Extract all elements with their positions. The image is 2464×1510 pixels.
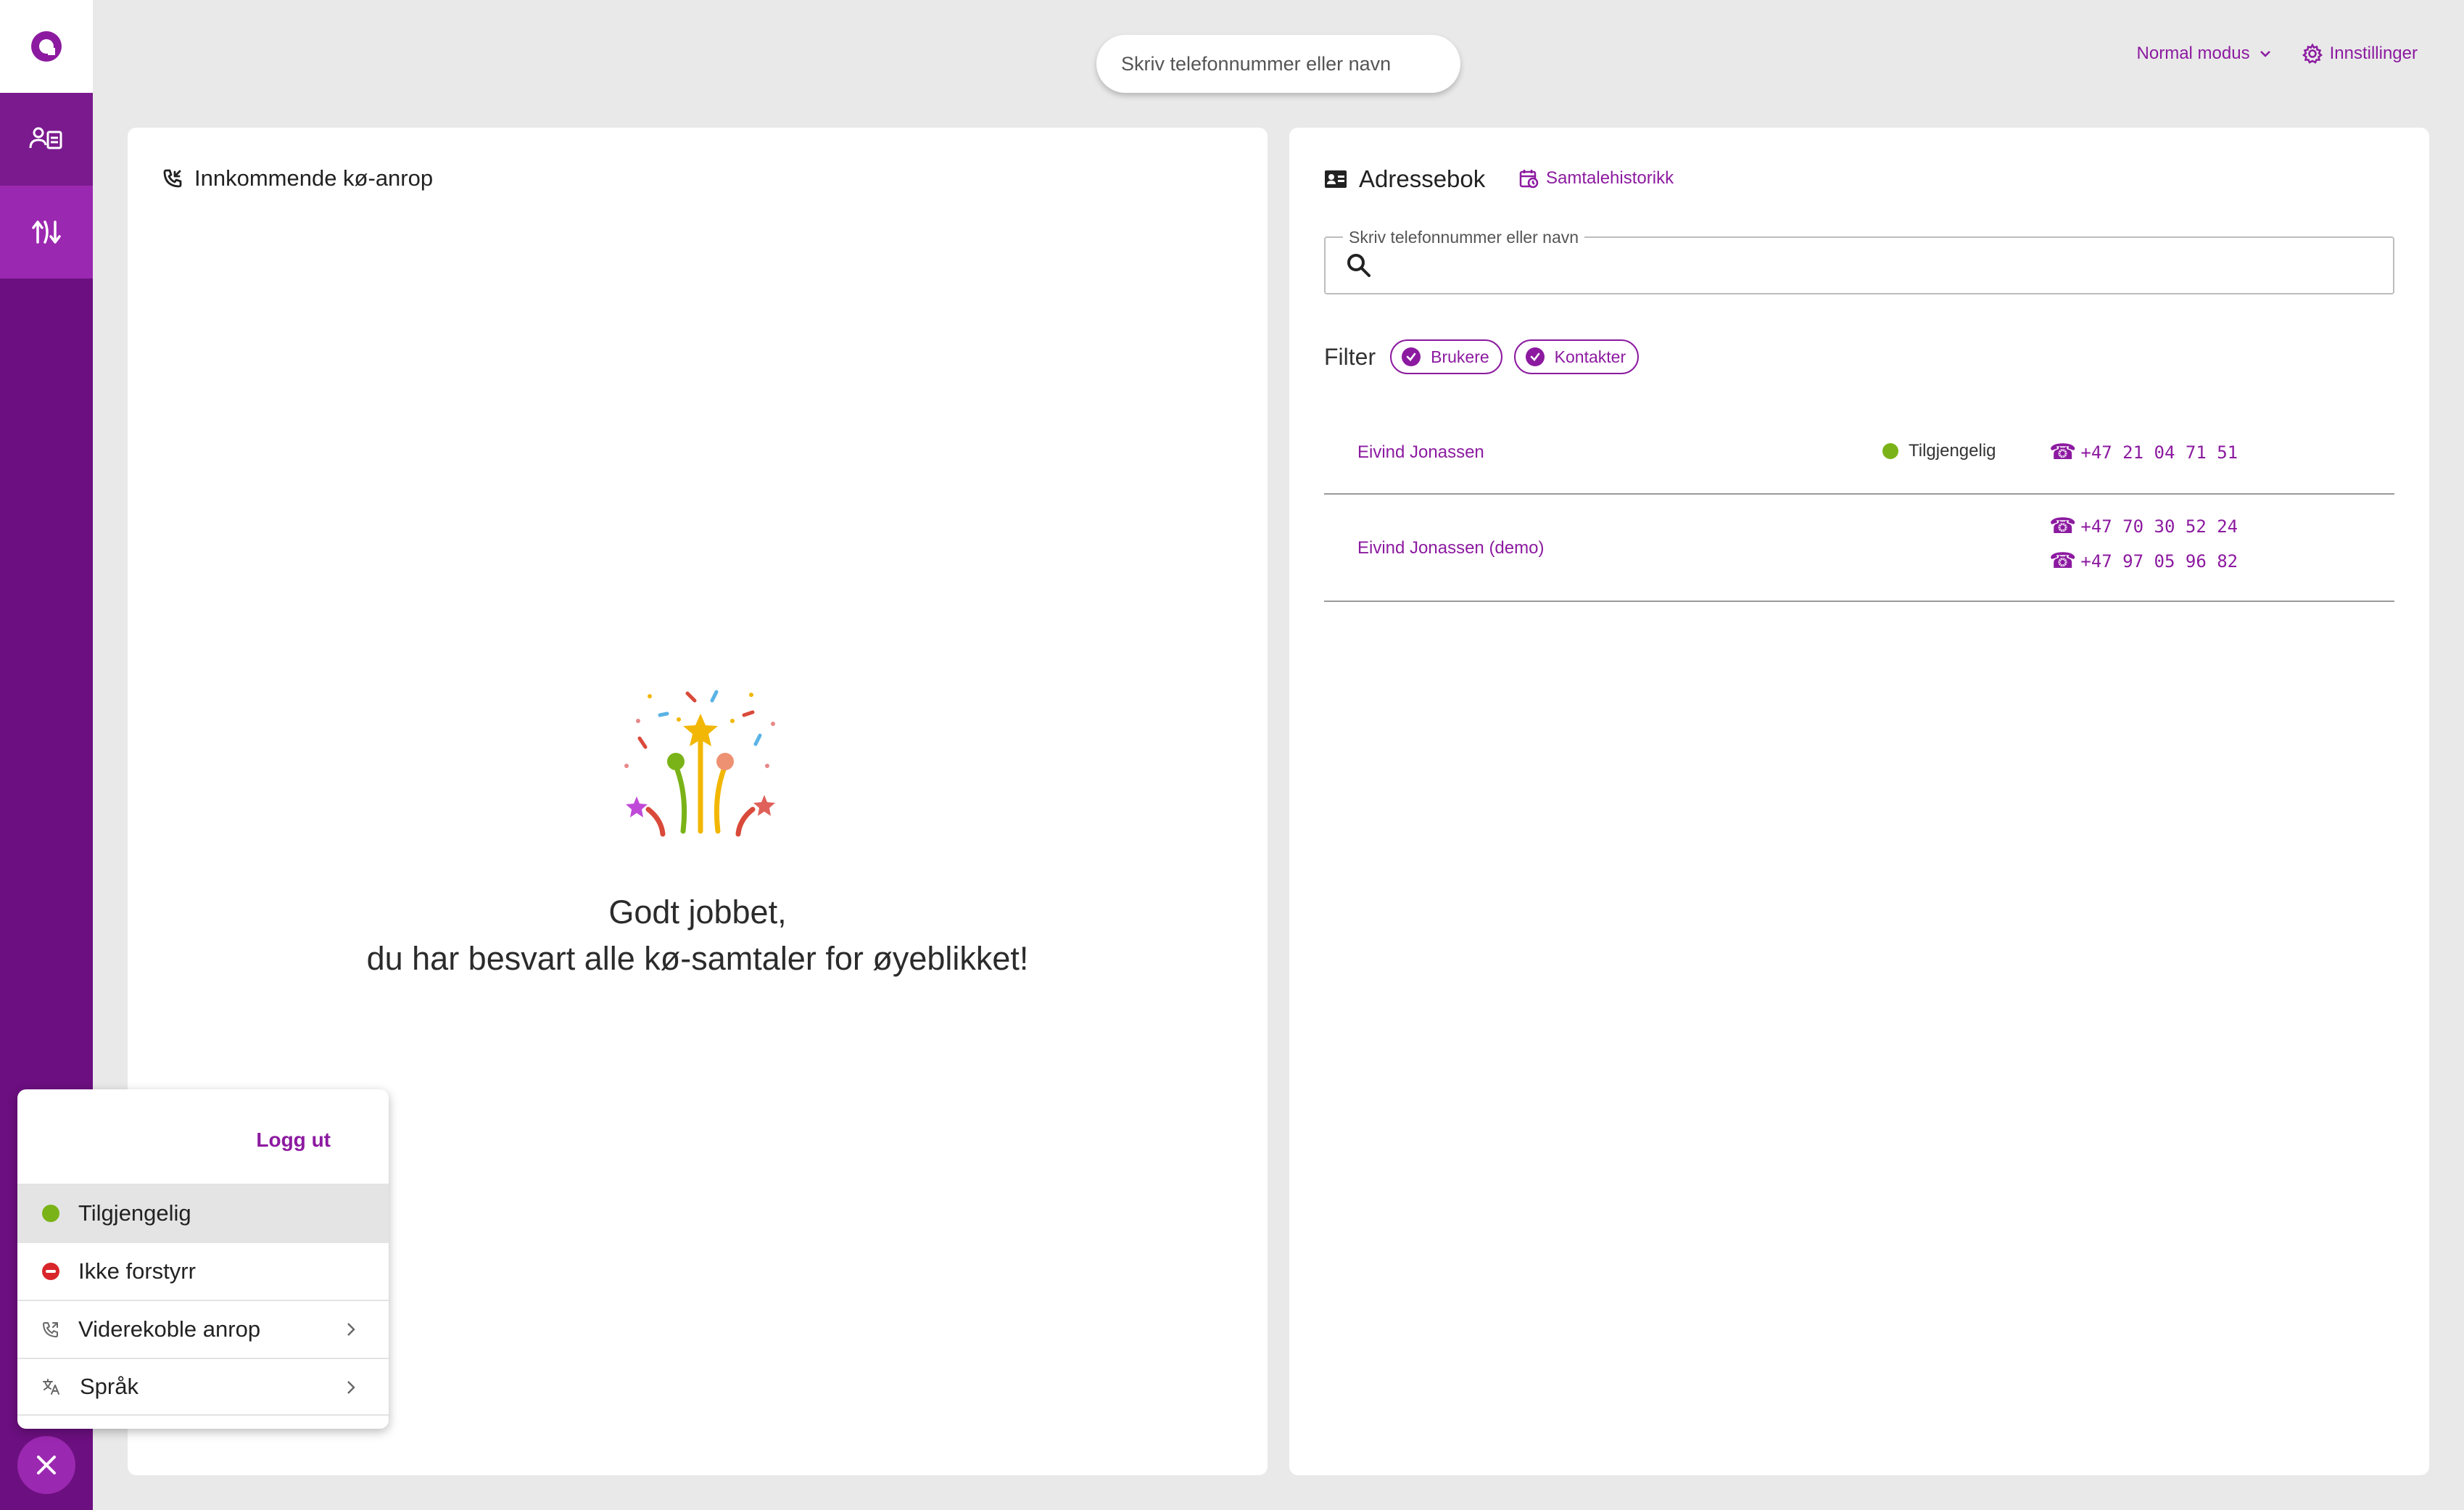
call-history-label: Samtalehistorikk bbox=[1546, 168, 1674, 188]
mode-label: Normal modus bbox=[2136, 44, 2250, 63]
queue-icon bbox=[32, 220, 61, 244]
address-book-icon bbox=[1325, 170, 1347, 188]
translate-icon bbox=[43, 1379, 59, 1395]
top-right-controls: Normal modus Innstillinger bbox=[2137, 39, 2418, 68]
address-book-title: Adressebok bbox=[1359, 165, 1486, 192]
phone-icon: ☎ bbox=[2049, 440, 2077, 465]
menu-item-label: Språk bbox=[80, 1374, 139, 1399]
search-icon bbox=[1347, 254, 1371, 277]
check-icon bbox=[1402, 347, 1421, 366]
gear-icon bbox=[2302, 44, 2323, 64]
menu-item-label: Viderekoble anrop bbox=[78, 1316, 261, 1342]
close-icon bbox=[37, 1456, 56, 1474]
contacts-icon bbox=[29, 127, 62, 149]
all-answered-message: Godt jobbet, du har besvart alle kø-samt… bbox=[128, 889, 1268, 982]
menu-item-do-not-disturb[interactable]: Ikke forstyrr bbox=[17, 1242, 389, 1300]
top-search-input[interactable]: Skriv telefonnummer eller navn bbox=[1096, 35, 1460, 93]
contact-phone[interactable]: ☎ +47 97 05 96 82 bbox=[2049, 548, 2238, 574]
check-icon bbox=[1525, 347, 1545, 366]
settings-button[interactable]: Innstillinger bbox=[2302, 44, 2418, 64]
filter-label: Filter bbox=[1324, 343, 1376, 370]
phone-icon: ☎ bbox=[2049, 548, 2077, 574]
contact-status-label: Tilgjengelig bbox=[1909, 441, 1996, 461]
contact-phone[interactable]: ☎ +47 70 30 52 24 bbox=[2049, 513, 2238, 539]
contact-phone-number: +47 70 30 52 24 bbox=[2080, 516, 2238, 537]
address-search-label: Skriv telefonnummer eller navn bbox=[1343, 228, 1585, 247]
contact-name[interactable]: Eivind Jonassen bbox=[1357, 442, 1484, 463]
contact-phone[interactable]: ☎ +47 21 04 71 51 bbox=[2049, 440, 2238, 465]
phone-incoming-icon bbox=[163, 169, 182, 188]
mode-dropdown[interactable]: Normal modus bbox=[2137, 44, 2273, 64]
filter-chip-users[interactable]: Brukere bbox=[1390, 339, 1502, 374]
done-line-1: Godt jobbet, bbox=[608, 894, 787, 931]
menu-item-language[interactable]: Språk bbox=[17, 1358, 389, 1416]
menu-item-label: Tilgjengelig bbox=[78, 1200, 191, 1226]
filter-chip-contacts[interactable]: Kontakter bbox=[1513, 339, 1640, 374]
app-logo-icon bbox=[31, 31, 62, 62]
contact-name[interactable]: Eivind Jonassen (demo) bbox=[1357, 538, 1544, 558]
incoming-queue-title: Innkommende kø-anrop bbox=[194, 165, 434, 191]
available-status-icon bbox=[42, 1205, 59, 1222]
contact-status: Tilgjengelig bbox=[1882, 441, 1996, 461]
forward-call-icon bbox=[43, 1322, 58, 1337]
address-book-panel: Adressebok Samtalehistorikk Skriv telefo… bbox=[1289, 128, 2429, 1475]
chevron-right-icon bbox=[347, 1381, 355, 1394]
tab-address-book[interactable]: Adressebok bbox=[1324, 165, 1485, 193]
filter-row: Filter Brukere Kontakter bbox=[1324, 339, 1640, 374]
contact-phone-number: +47 21 04 71 51 bbox=[2080, 442, 2238, 463]
menu-item-label: Ikke forstyrr bbox=[78, 1258, 196, 1284]
user-menu-popup: Logg ut Tilgjengelig Ikke forstyrr Vider… bbox=[17, 1089, 389, 1429]
logout-button[interactable]: Logg ut bbox=[256, 1129, 331, 1152]
contact-row: Eivind Jonassen Tilgjengelig ☎ +47 21 04… bbox=[1324, 410, 2394, 495]
filter-chip-contacts-label: Kontakter bbox=[1554, 347, 1626, 366]
chevron-right-icon bbox=[347, 1323, 355, 1336]
status-dot bbox=[1882, 443, 1898, 459]
phone-icon: ☎ bbox=[2049, 513, 2077, 539]
close-menu-button[interactable] bbox=[17, 1436, 75, 1494]
sidebar-item-contacts[interactable] bbox=[0, 93, 93, 186]
chevron-down-icon bbox=[2260, 51, 2270, 57]
address-search-field[interactable]: Skriv telefonnummer eller navn bbox=[1324, 228, 2394, 294]
contact-row: Eivind Jonassen (demo) ☎ +47 70 30 52 24… bbox=[1324, 495, 2394, 602]
incoming-queue-header: Innkommende kø-anrop bbox=[162, 165, 433, 191]
do-not-disturb-icon bbox=[42, 1263, 59, 1280]
menu-item-available[interactable]: Tilgjengelig bbox=[17, 1184, 389, 1242]
top-search-placeholder: Skriv telefonnummer eller navn bbox=[1121, 52, 1392, 75]
menu-item-forward-call[interactable]: Viderekoble anrop bbox=[17, 1300, 389, 1358]
settings-label: Innstillinger bbox=[2329, 44, 2418, 63]
done-line-2: du har besvart alle kø-samtaler for øyeb… bbox=[366, 940, 1029, 977]
history-icon bbox=[1519, 170, 1539, 189]
app-logo[interactable] bbox=[0, 0, 93, 93]
celebration-icon bbox=[624, 690, 775, 837]
tab-call-history[interactable]: Samtalehistorikk bbox=[1518, 168, 1674, 189]
contact-phone-number: +47 97 05 96 82 bbox=[2080, 550, 2238, 572]
filter-chip-users-label: Brukere bbox=[1431, 347, 1489, 366]
sidebar-item-queue[interactable] bbox=[0, 186, 93, 279]
